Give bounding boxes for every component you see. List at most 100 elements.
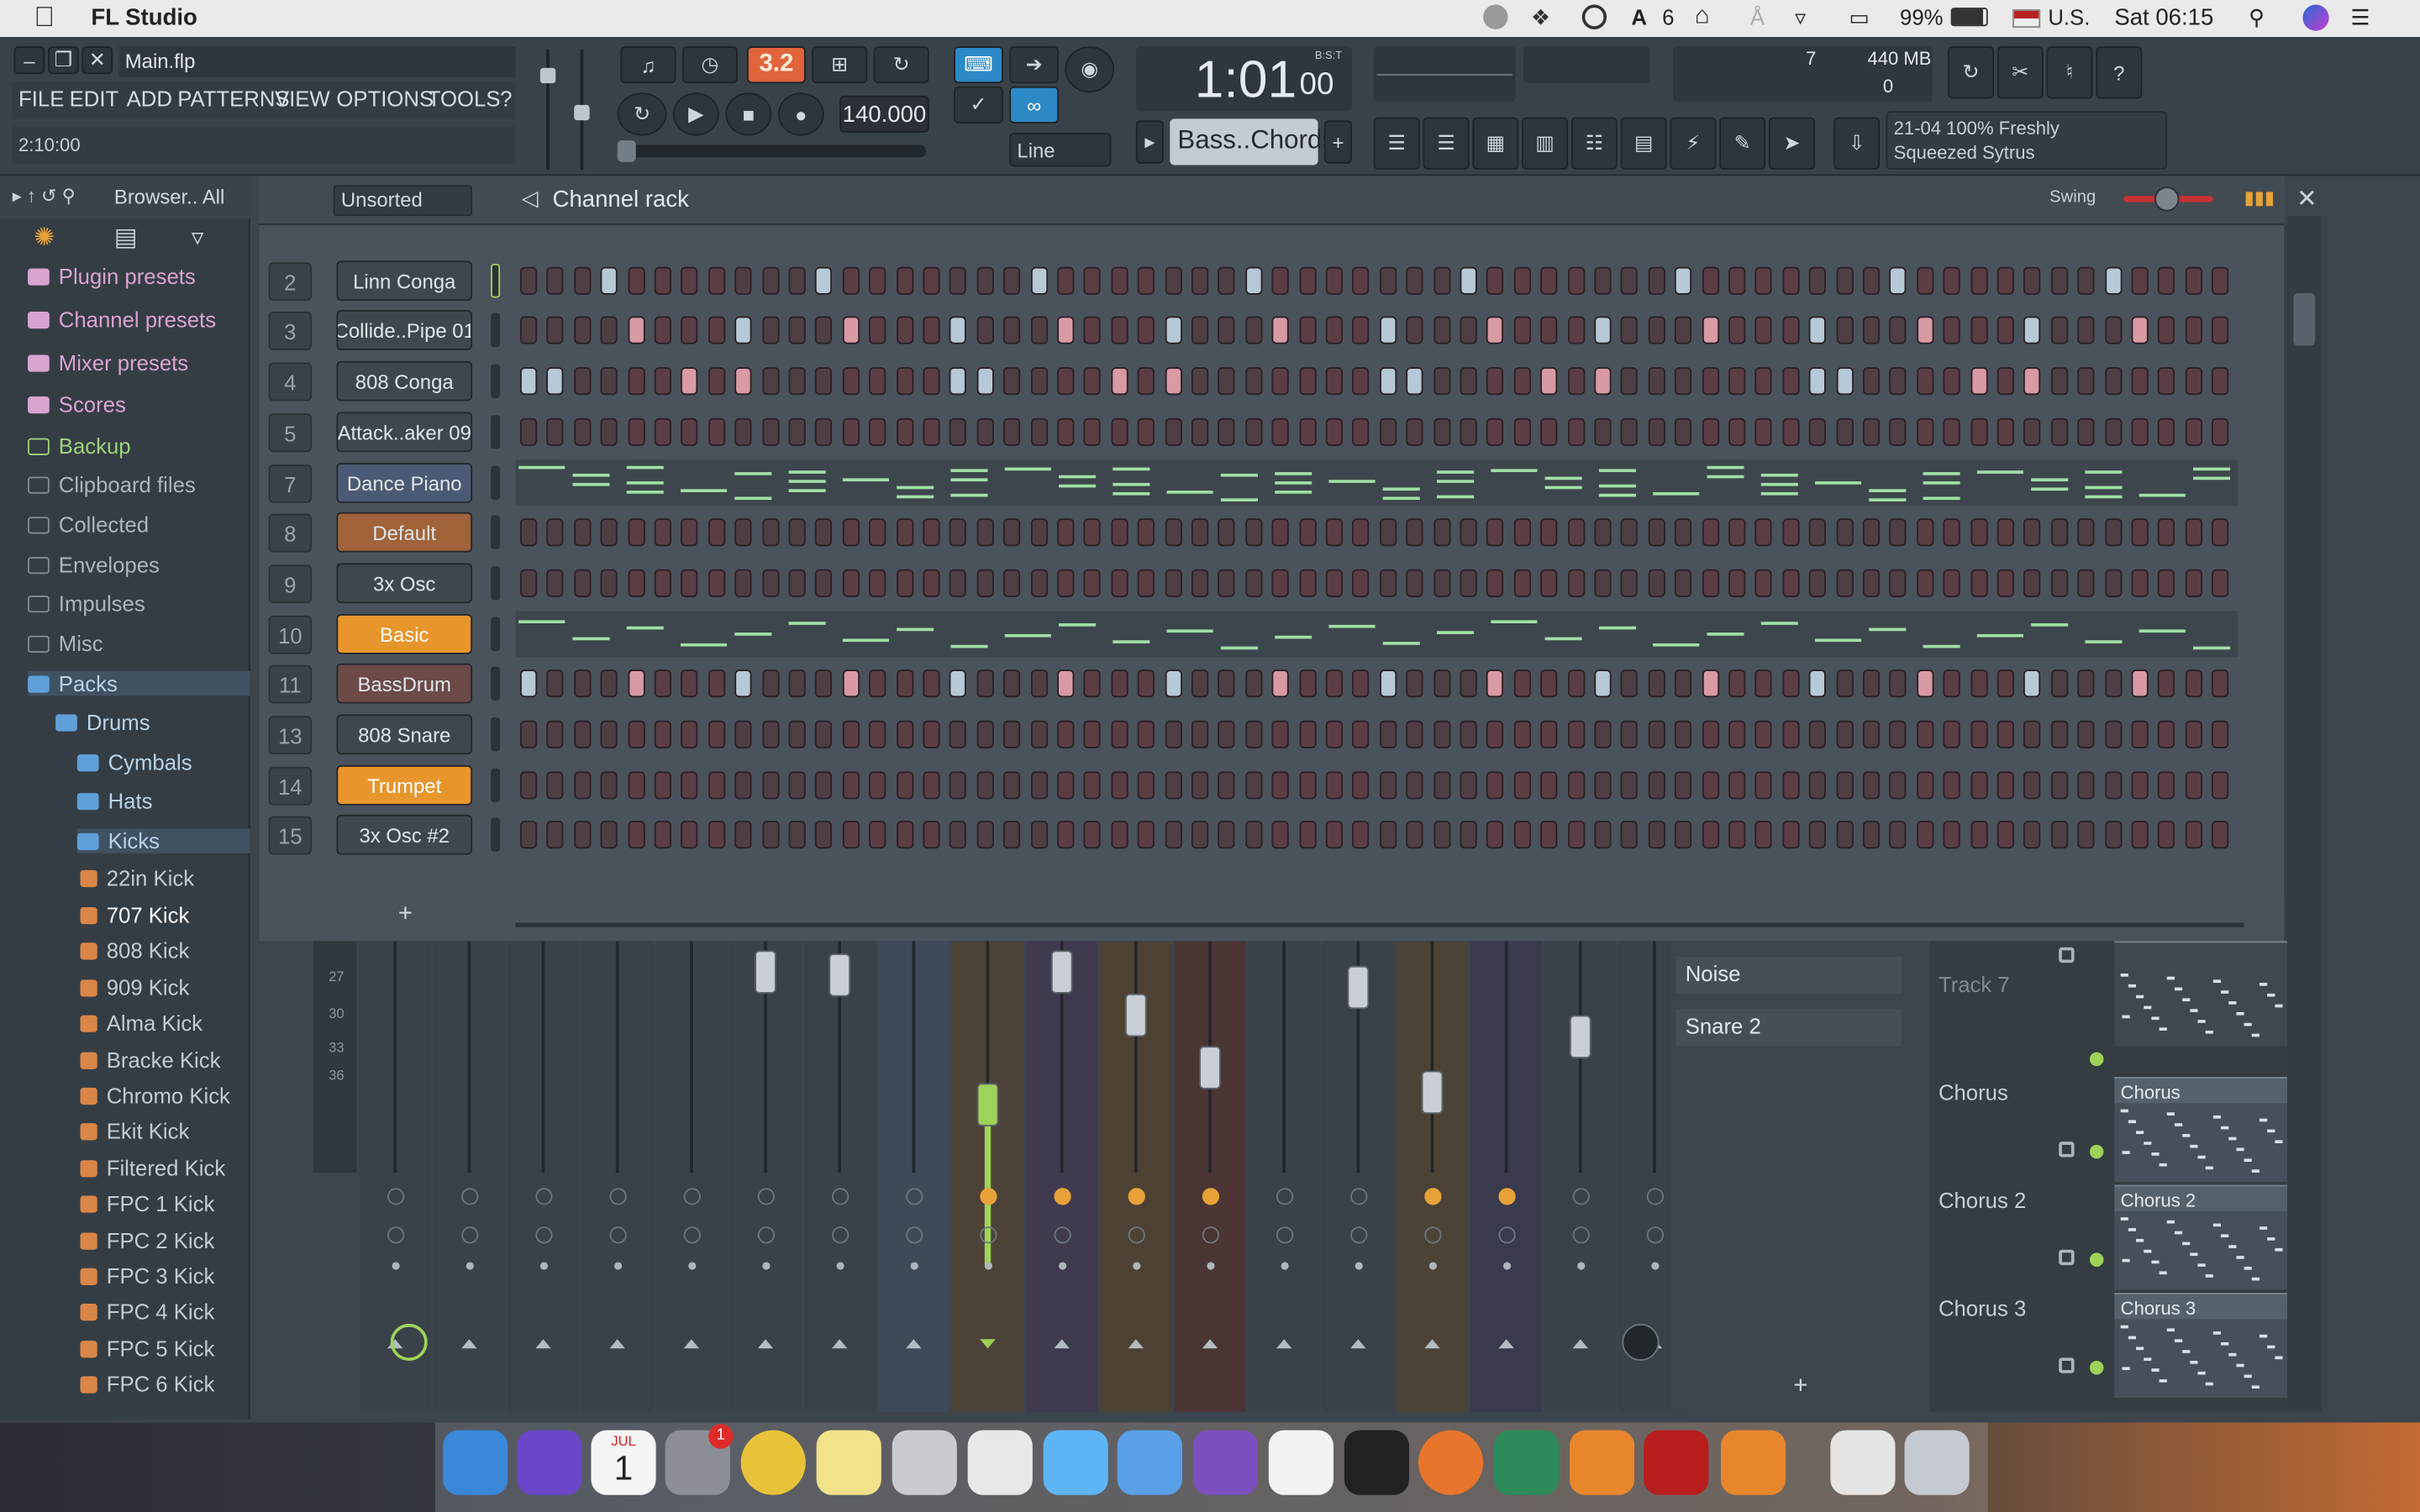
step-button[interactable] — [950, 821, 967, 849]
step-button[interactable] — [1486, 518, 1504, 547]
step-button[interactable] — [1675, 771, 1692, 800]
fx-enable-dot[interactable] — [984, 1262, 993, 1270]
step-button[interactable] — [1943, 821, 1960, 849]
add-pattern-button[interactable]: + — [1323, 120, 1352, 164]
step-button[interactable] — [1352, 720, 1370, 748]
step-button[interactable] — [2023, 316, 2041, 344]
sketch-icon[interactable] — [1268, 1430, 1334, 1495]
step-button[interactable] — [1889, 417, 1907, 446]
swing-slider[interactable] — [2123, 186, 2213, 212]
step-button[interactable] — [1325, 367, 1343, 396]
globe-icon[interactable] — [1581, 4, 1607, 29]
step-button[interactable] — [1835, 417, 1854, 446]
step-button[interactable] — [546, 669, 565, 698]
step-button[interactable] — [519, 771, 538, 800]
step-button[interactable] — [1943, 266, 1960, 295]
rack-horizontal-scroll[interactable] — [515, 922, 2244, 927]
step-button[interactable] — [1862, 266, 1881, 295]
step-button[interactable] — [2185, 417, 2202, 446]
pattern-prev-button[interactable]: ▸ — [1135, 120, 1164, 164]
step-button[interactable] — [1298, 316, 1316, 344]
step-button[interactable] — [1594, 569, 1612, 597]
step-button[interactable] — [1003, 266, 1021, 295]
stereo-knob[interactable] — [1424, 1226, 1442, 1244]
step-button[interactable] — [1648, 569, 1665, 597]
step-button[interactable] — [842, 821, 860, 849]
step-button[interactable] — [734, 518, 752, 547]
step-button[interactable] — [976, 367, 994, 396]
step-button[interactable] — [1298, 720, 1316, 748]
step-button[interactable] — [1138, 821, 1155, 849]
step-button[interactable] — [1594, 266, 1612, 295]
step-button[interactable] — [1808, 569, 1827, 597]
route-arrow-icon[interactable] — [1424, 1339, 1440, 1349]
browser-item[interactable]: Channel presets — [28, 307, 216, 332]
adobe-icon[interactable]: A — [1631, 5, 1647, 29]
step-button[interactable] — [1675, 367, 1692, 396]
step-button[interactable] — [708, 569, 725, 597]
step-button[interactable] — [681, 316, 698, 344]
step-button[interactable] — [1862, 367, 1881, 396]
mixer-track-strip[interactable] — [1323, 941, 1394, 1412]
stereo-knob[interactable] — [1646, 1226, 1664, 1244]
step-button[interactable] — [1567, 720, 1585, 748]
step-button[interactable] — [761, 771, 779, 800]
step-button[interactable] — [1943, 669, 1960, 698]
step-button[interactable] — [1433, 417, 1450, 446]
channel-select-led[interactable] — [491, 515, 501, 549]
step-button[interactable] — [1567, 669, 1585, 698]
step-button[interactable] — [976, 266, 994, 295]
channel-select-led[interactable] — [491, 364, 501, 398]
step-button[interactable] — [950, 569, 967, 597]
step-button[interactable] — [761, 316, 779, 344]
step-button[interactable] — [1406, 266, 1423, 295]
step-button[interactable] — [1513, 518, 1531, 547]
step-button[interactable] — [1352, 367, 1370, 396]
step-button[interactable] — [2131, 367, 2149, 396]
step-button[interactable] — [1594, 771, 1612, 800]
stereo-knob[interactable] — [1202, 1226, 1220, 1244]
link-button[interactable]: ∞ — [1009, 86, 1059, 123]
step-button[interactable] — [2077, 821, 2095, 849]
step-button[interactable] — [896, 316, 913, 344]
master-position-slider[interactable] — [617, 140, 927, 162]
step-button[interactable] — [761, 367, 779, 396]
step-button[interactable] — [1191, 821, 1209, 849]
cut-tools-button[interactable]: ✂ — [1996, 46, 2044, 99]
step-button[interactable] — [976, 669, 994, 698]
step-button[interactable] — [1835, 771, 1854, 800]
step-button[interactable] — [1057, 821, 1075, 849]
step-button[interactable] — [1782, 569, 1800, 597]
volume-fader[interactable] — [1199, 1046, 1221, 1089]
step-button[interactable] — [1084, 669, 1102, 698]
step-button[interactable] — [976, 720, 994, 748]
step-button[interactable] — [1889, 720, 1907, 748]
playlist-vertical-scroll[interactable] — [2287, 216, 2322, 1412]
step-button[interactable] — [2185, 266, 2202, 295]
volume-fader[interactable] — [1124, 993, 1147, 1037]
step-button[interactable] — [1970, 720, 1987, 748]
step-button[interactable] — [1540, 367, 1558, 396]
route-arrow-icon[interactable] — [1128, 1339, 1144, 1349]
step-button[interactable] — [1728, 367, 1746, 396]
step-button[interactable] — [1916, 720, 1934, 748]
step-button[interactable] — [1271, 720, 1290, 748]
step-button[interactable] — [1970, 821, 1987, 849]
step-button[interactable] — [2023, 417, 2041, 446]
step-button[interactable] — [1728, 771, 1746, 800]
channel-name-button[interactable]: Collide..Pipe 01 — [336, 310, 473, 350]
song-position-display[interactable]: 1:01 00 B:S:T — [1135, 46, 1352, 112]
step-button[interactable] — [1433, 771, 1450, 800]
step-button[interactable] — [1352, 518, 1370, 547]
step-button[interactable] — [1970, 367, 1987, 396]
step-button[interactable] — [573, 316, 592, 344]
mixer-track-strip[interactable] — [952, 941, 1023, 1412]
step-button[interactable] — [734, 821, 752, 849]
step-button[interactable] — [2131, 569, 2149, 597]
step-button[interactable] — [1164, 569, 1182, 597]
step-button[interactable] — [2104, 569, 2122, 597]
lock-icon[interactable] — [2059, 1249, 2075, 1266]
step-button[interactable] — [1540, 821, 1558, 849]
step-button[interactable] — [869, 367, 886, 396]
step-button[interactable] — [519, 518, 538, 547]
